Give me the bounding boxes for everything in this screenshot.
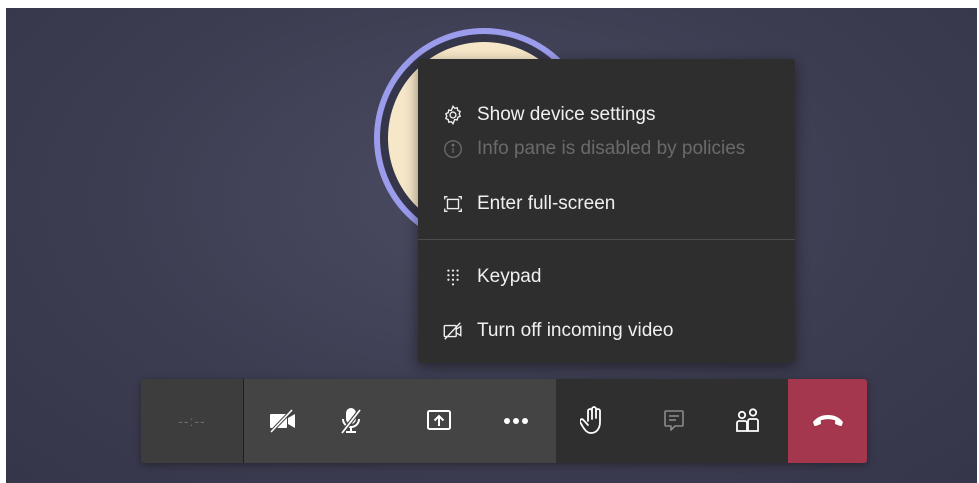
share-screen-button[interactable] [410,379,468,463]
participants-button[interactable] [719,379,777,463]
menu-item-label: Enter full-screen [477,193,616,214]
mic-off-icon [338,407,364,435]
camera-off-icon [268,408,298,434]
chat-button[interactable] [645,379,703,463]
more-options-button[interactable] [487,379,545,463]
fullscreen-icon [441,192,465,216]
raise-hand-icon [580,406,606,436]
more-options-menu: Show device settings Info pane is disabl… [418,59,795,363]
hang-up-icon [811,413,845,429]
call-timer: --:-- [141,379,243,463]
video-off-icon [441,319,465,343]
menu-item-label: Show device settings [477,104,656,125]
participants-icon [734,407,762,435]
menu-item-enter-full-screen[interactable]: Enter full-screen [418,184,795,224]
menu-item-label: Keypad [477,266,542,287]
raise-hand-button[interactable] [564,379,622,463]
menu-item-label: Turn off incoming video [477,320,674,341]
hang-up-button[interactable] [788,379,867,463]
camera-toggle-button[interactable] [254,379,312,463]
share-screen-icon [425,407,453,435]
call-toolbar: --:-- [141,379,867,463]
gear-icon [441,103,465,127]
chat-icon [662,408,686,434]
more-options-icon [503,417,529,425]
mic-toggle-button[interactable] [322,379,380,463]
menu-item-info-pane: Info pane is disabled by policies [418,129,795,169]
keypad-icon [441,265,465,289]
menu-divider [418,239,795,240]
info-icon [441,137,465,161]
menu-item-keypad[interactable]: Keypad [418,257,795,297]
menu-item-label: Info pane is disabled by policies [477,138,746,159]
menu-item-turn-off-incoming-video[interactable]: Turn off incoming video [418,311,795,351]
